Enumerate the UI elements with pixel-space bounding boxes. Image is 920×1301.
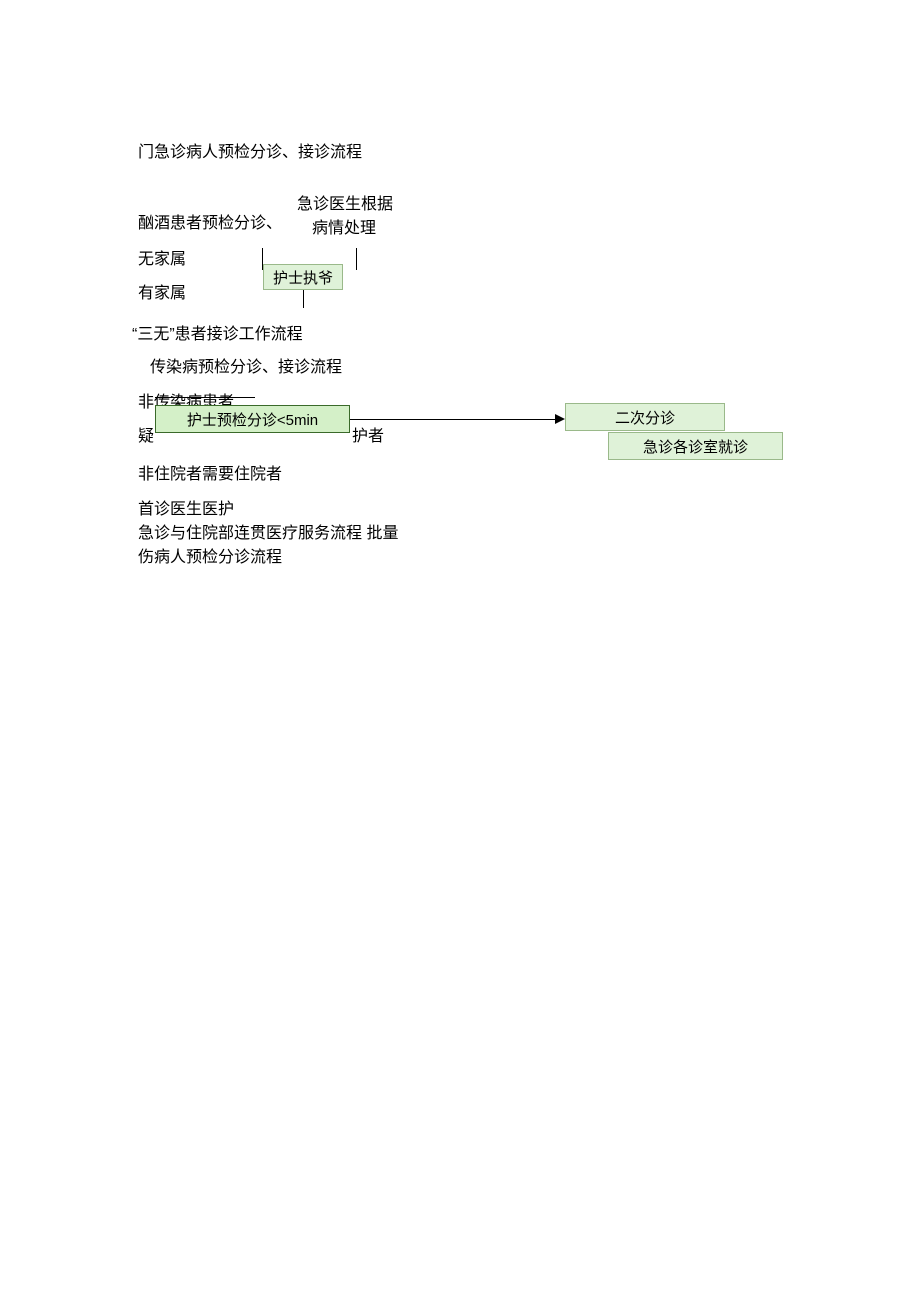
second-triage-label: 二次分诊: [615, 407, 675, 428]
nurse-exec-box: 护士执爷: [263, 264, 343, 290]
second-triage-box: 二次分诊: [565, 403, 725, 431]
emergency-rooms-label: 急诊各诊室就诊: [643, 436, 748, 457]
suspected-partial: 疑: [138, 422, 154, 446]
first-doctor: 首诊医生医护: [138, 498, 398, 522]
strike-line-1: [155, 397, 255, 398]
vline-right-1: [356, 248, 357, 270]
nurse-triage-label: 护士预检分诊<5min: [187, 409, 318, 430]
arrow-main: [350, 419, 557, 420]
suspected-suffix: 护者: [352, 422, 384, 446]
emergency-rooms-box: 急诊各诊室就诊: [608, 432, 783, 460]
continuous-service: 急诊与住院部连贯医疗服务流程 批量: [138, 522, 398, 546]
bottom-block: 首诊医生医护 急诊与住院部连贯医疗服务流程 批量 伤病人预检分诊流程: [138, 498, 398, 570]
mass-casualty: 伤病人预检分诊流程: [138, 546, 398, 570]
non-inpatient: 非住院者需要住院者: [138, 460, 282, 484]
three-no: “三无”患者接诊工作流程: [132, 320, 303, 344]
no-family: 无家属: [138, 245, 186, 269]
arrow-main-head: [555, 414, 565, 424]
drunk-patient: 酗酒患者预检分诊、: [138, 209, 282, 233]
doctor-note-line1: 急诊医生根据: [297, 190, 393, 214]
infectious: 传染病预检分诊、接诊流程: [150, 353, 342, 377]
nurse-triage-box: 护士预检分诊<5min: [155, 405, 350, 433]
vline-below: [303, 290, 304, 308]
nurse-exec-label: 护士执爷: [273, 267, 333, 288]
has-family: 有家属: [138, 279, 186, 303]
page-title: 门急诊病人预检分诊、接诊流程: [138, 138, 362, 162]
doctor-note-line2: 病情处理: [312, 214, 376, 238]
